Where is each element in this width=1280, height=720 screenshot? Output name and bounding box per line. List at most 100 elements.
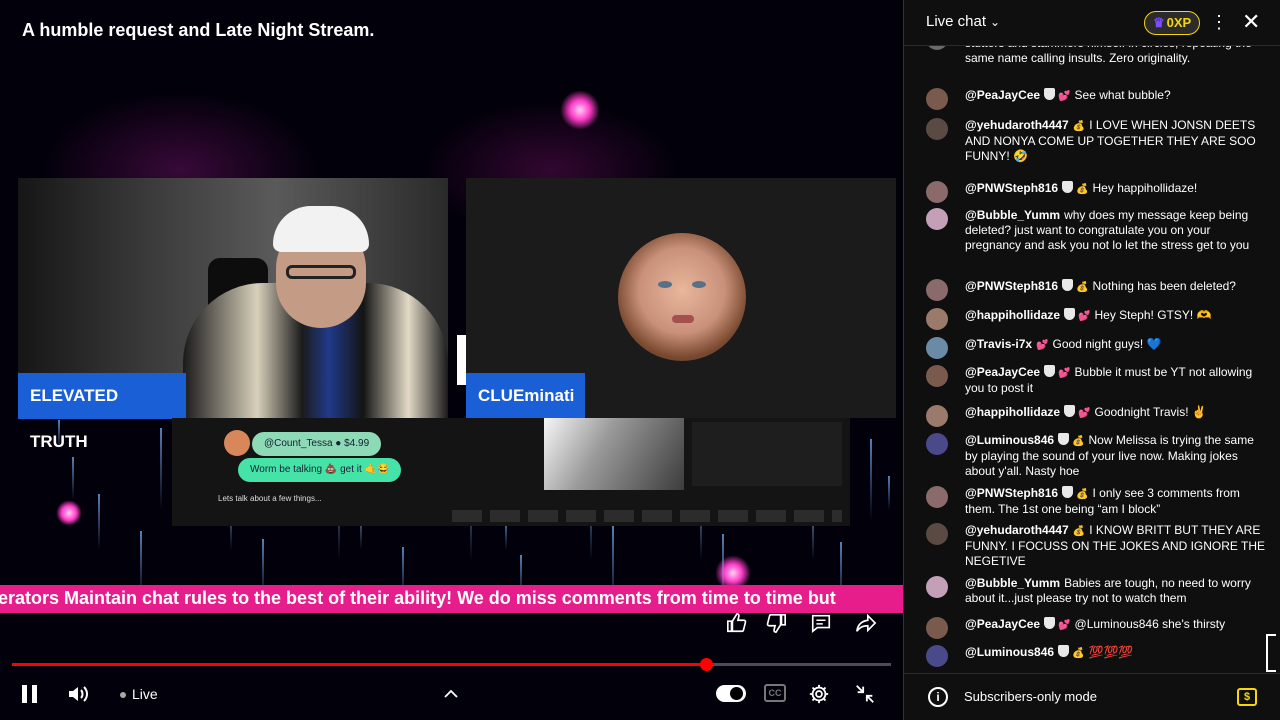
member-badge-icon: 💰 — [1072, 436, 1085, 447]
chat-message[interactable]: @happihollidaze 💕 Hey Steph! GTSY! 🫶 — [926, 308, 1266, 330]
chat-text: Goodnight Travis! ✌️ — [1094, 405, 1207, 419]
chat-message[interactable]: @Bubble_Yumm why does my message keep bei… — [926, 208, 1266, 253]
chat-message-body: @Bubble_Yumm Babies are tough, no need to… — [965, 576, 1266, 606]
chat-message-body: @PNWSteph816 💰 I only see 3 comments from … — [965, 486, 1266, 517]
share-button[interactable] — [851, 612, 881, 642]
name-tag-elevated-truth: ELEVATED TRUTH — [18, 373, 186, 451]
avatar[interactable] — [926, 365, 948, 387]
chat-message[interactable]: @PeaJayCee 💕 @Luminous846 she's thirsty — [926, 617, 1266, 639]
member-badge-icon: 💕 — [1058, 620, 1071, 631]
chat-mode-selector[interactable]: Live chat ⌄ — [926, 13, 1000, 30]
chat-author[interactable]: @yehudaroth4447 — [965, 118, 1069, 132]
superchat-bubble: @Count_Tessa ● $4.99 — [252, 432, 382, 456]
avatar[interactable] — [926, 88, 948, 110]
live-indicator[interactable]: Live — [120, 680, 158, 708]
avatar[interactable] — [926, 308, 948, 330]
chat-message[interactable]: @PeaJayCee 💕 See what bubble? — [926, 88, 1266, 110]
chat-message-list[interactable]: stutters and stammers himself in circles… — [904, 36, 1280, 672]
volume-button[interactable] — [66, 680, 92, 708]
autoplay-toggle[interactable] — [716, 685, 746, 702]
video-player[interactable]: A humble request and Late Night Stream. … — [0, 0, 903, 720]
super-chat-icon[interactable]: $ — [1237, 688, 1257, 706]
avatar[interactable] — [926, 523, 948, 545]
comment-button[interactable] — [806, 612, 836, 642]
chat-author[interactable]: @PNWSteph816 — [965, 279, 1058, 293]
toggle-knob — [730, 687, 743, 700]
chat-message-body: @happihollidaze 💕 Goodnight Travis! ✌️ — [965, 405, 1266, 421]
member-badge-icon: 💕 — [1036, 340, 1049, 351]
exit-fullscreen-icon — [856, 685, 874, 703]
chat-message[interactable]: @Luminous846 💰 💯💯💯 — [926, 645, 1266, 667]
chat-author[interactable]: @Luminous846 — [965, 433, 1054, 447]
chat-author[interactable]: @happihollidaze — [965, 308, 1060, 322]
chat-header: Live chat ⌄ ♛ 0XP ⋮ ✕ — [904, 0, 1280, 46]
chat-message[interactable]: @PNWSteph816 💰 Nothing has been deleted? — [926, 279, 1266, 301]
avatar[interactable] — [926, 645, 948, 667]
chat-author[interactable]: @Bubble_Yumm — [965, 576, 1060, 590]
subscribers-only-label: Subscribers-only mode — [964, 689, 1097, 704]
chat-message[interactable]: @PNWSteph816 💰 I only see 3 comments from … — [926, 486, 1266, 517]
avatar[interactable] — [926, 337, 948, 359]
chat-message[interactable]: @Travis-i7x 💕 Good night guys! 💙 — [926, 337, 1266, 359]
like-button[interactable] — [722, 612, 752, 642]
chat-message[interactable]: @PNWSteph816 💰 Hey happihollidaze! — [926, 181, 1266, 203]
chat-message-body: @Luminous846 💰 💯💯💯 — [965, 645, 1266, 661]
streamer-glasses — [286, 265, 356, 279]
settings-button[interactable] — [808, 680, 830, 708]
more-options-icon[interactable]: ⋮ — [1210, 12, 1228, 33]
avatar[interactable] — [926, 279, 948, 301]
chat-message-body: @Bubble_Yumm why does my message keep bei… — [965, 208, 1266, 253]
live-label: Live — [132, 686, 158, 702]
scrollbar[interactable] — [1266, 634, 1276, 672]
shared-image — [544, 418, 684, 490]
captions-button[interactable]: CC — [764, 684, 786, 702]
progress-scrubber[interactable] — [700, 658, 714, 671]
chat-message[interactable]: @yehudaroth4447 💰 I KNOW BRITT BUT THEY AR… — [926, 523, 1266, 569]
avatar[interactable] — [926, 405, 948, 427]
member-badge-icon: 💰 — [1076, 489, 1089, 500]
dislike-button[interactable] — [761, 612, 791, 642]
chat-message-body: @happihollidaze 💕 Hey Steph! GTSY! 🫶 — [965, 308, 1266, 324]
chat-message[interactable]: @Luminous846 💰 Now Melissa is trying the s… — [926, 433, 1266, 479]
light-streak — [870, 439, 872, 520]
chat-author[interactable]: @PNWSteph816 — [965, 486, 1058, 500]
volume-icon — [69, 686, 88, 702]
cc-icon: CC — [768, 688, 782, 698]
eye — [692, 281, 706, 288]
background-light — [560, 90, 600, 130]
gear-icon — [809, 684, 829, 704]
shared-toolbar — [452, 510, 842, 522]
chat-author[interactable]: @PeaJayCee — [965, 365, 1040, 379]
avatar[interactable] — [926, 576, 948, 598]
info-icon[interactable]: i — [928, 687, 948, 707]
exit-fullscreen-button[interactable] — [854, 680, 876, 708]
expand-button[interactable] — [442, 680, 460, 708]
pause-button[interactable] — [22, 680, 38, 708]
streamer-cap — [273, 206, 369, 252]
progress-bar[interactable] — [12, 658, 891, 671]
chat-message[interactable]: @happihollidaze 💕 Goodnight Travis! ✌️ — [926, 405, 1266, 427]
avatar[interactable] — [926, 433, 948, 455]
chat-author[interactable]: @PeaJayCee — [965, 617, 1040, 631]
avatar[interactable] — [926, 617, 948, 639]
xp-badge[interactable]: ♛ 0XP — [1144, 11, 1201, 35]
avatar[interactable] — [926, 208, 948, 230]
chat-author[interactable]: @yehudaroth4447 — [965, 523, 1069, 537]
avatar[interactable] — [926, 181, 948, 203]
chat-author[interactable]: @PeaJayCee — [965, 88, 1040, 102]
chat-message[interactable]: @PeaJayCee 💕 Bubble it must be YT not allo… — [926, 365, 1266, 396]
chat-author[interactable]: @PNWSteph816 — [965, 181, 1058, 195]
superchat-message: Worm be talking 💩 get it 🤙😂 — [238, 458, 402, 482]
progress-played — [12, 663, 707, 666]
avatar[interactable] — [926, 486, 948, 508]
chat-author[interactable]: @happihollidaze — [965, 405, 1060, 419]
avatar[interactable] — [926, 118, 948, 140]
chat-message[interactable]: @yehudaroth4447 💰 I LOVE WHEN JONSN DEETS … — [926, 118, 1266, 164]
member-badge-icon: 💰 — [1072, 121, 1086, 132]
chat-author[interactable]: @Luminous846 — [965, 645, 1054, 659]
chat-author[interactable]: @Bubble_Yumm — [965, 208, 1060, 222]
close-icon[interactable]: ✕ — [1242, 9, 1260, 35]
crown-icon: ♛ — [1153, 15, 1165, 30]
chat-author[interactable]: @Travis-i7x — [965, 337, 1032, 351]
chat-message[interactable]: @Bubble_Yumm Babies are tough, no need to… — [926, 576, 1266, 606]
